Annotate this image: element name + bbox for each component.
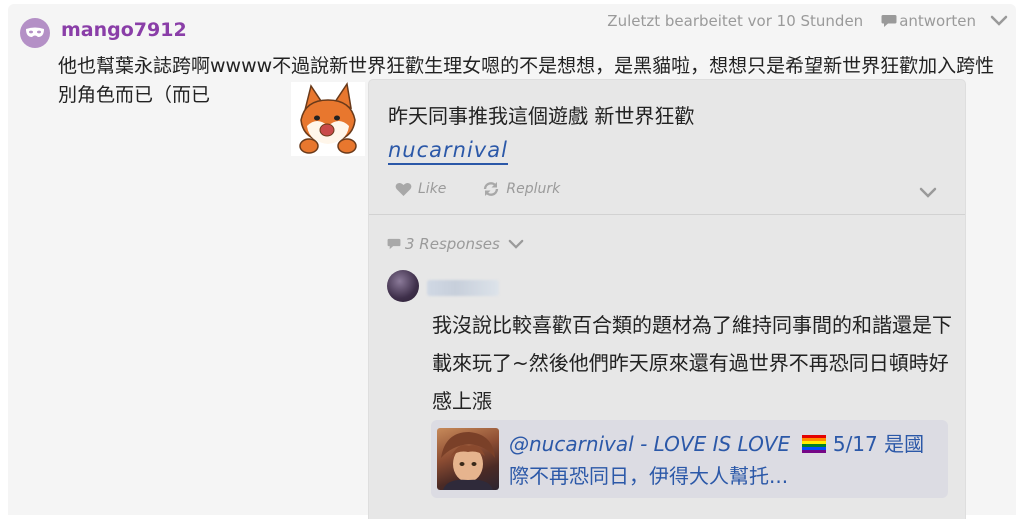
username[interactable]: mango7912 [61,19,187,41]
responder-avatar[interactable] [387,270,419,302]
chevron-down-icon[interactable] [919,187,937,199]
responder-name-blurred [427,280,499,296]
speech-bubble-icon[interactable] [881,14,897,28]
speech-bubble-icon [387,238,401,250]
replurk-icon [484,182,499,196]
responses-count: 3 Responses [405,235,500,253]
like-label: Like [418,181,447,197]
heart-icon [395,182,412,196]
embed-actions: Like Replurk [395,181,560,197]
mask-icon [26,27,44,37]
link-preview-card[interactable]: @nucarnival - LOVE IS LOVE 5/17 是國際不再恐同日… [431,420,948,498]
fox-sticker-icon [299,82,357,154]
user-avatar[interactable] [20,18,50,48]
divider [369,214,965,215]
plurk-post: mango7912 Zuletzt bearbeitet vor 10 Stun… [8,4,1016,519]
response-content: 我沒說比較喜歡百合類的題材為了維持同事間的和諧還是下載來玩了~然後他們昨天原來還… [432,313,952,413]
replurk-label: Replurk [506,181,561,197]
edited-timestamp: Zuletzt bearbeitet vor 10 Stunden [607,12,864,30]
chevron-down-icon [508,239,524,249]
fox-sticker-image [291,82,365,156]
replurk-button[interactable]: Replurk [482,181,560,197]
character-portrait-icon [441,432,495,490]
like-button[interactable]: Like [395,181,446,197]
embed-title: 昨天同事推我這個遊戲 新世界狂歡 [388,104,695,128]
nucarnival-link[interactable]: nucarnival [388,138,508,165]
embedded-plurk: 昨天同事推我這個遊戲 新世界狂歡 nucarnival Like Replurk [369,80,965,519]
rainbow-flag-icon [802,435,827,453]
card-text: @nucarnival - LOVE IS LOVE 5/17 是國際不再恐同日… [509,428,939,492]
post-meta: Zuletzt bearbeitet vor 10 Stunden antwor… [607,12,1008,30]
chevron-down-icon[interactable] [990,15,1008,27]
responses-toggle[interactable]: 3 Responses [387,235,528,253]
reply-button[interactable]: antworten [899,12,976,30]
card-handle: @nucarnival - LOVE IS LOVE [509,432,791,456]
card-thumbnail [437,428,499,490]
